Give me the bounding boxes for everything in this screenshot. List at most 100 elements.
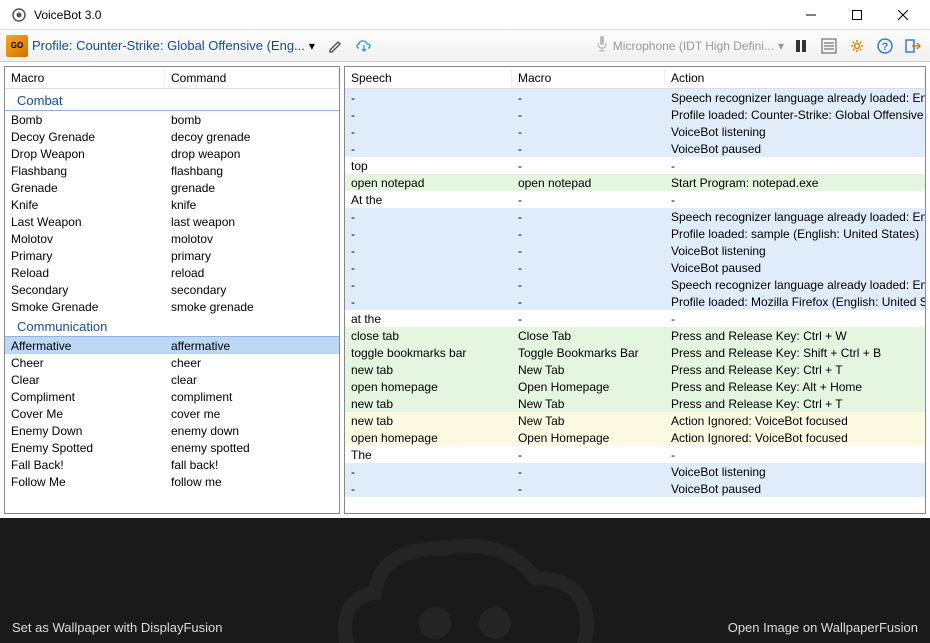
log-macro: - [512, 261, 665, 275]
log-action: Press and Release Key: Alt + Home [665, 380, 925, 394]
column-action[interactable]: Action [665, 69, 925, 87]
log-action: Press and Release Key: Ctrl + T [665, 363, 925, 377]
log-speech: toggle bookmarks bar [345, 346, 512, 360]
log-row[interactable]: --VoiceBot paused [345, 480, 925, 497]
log-row[interactable]: new tabNew TabAction Ignored: VoiceBot f… [345, 412, 925, 429]
log-action: - [665, 193, 925, 207]
exit-icon[interactable] [902, 35, 924, 57]
macro-name: Cheer [5, 356, 165, 370]
macro-row[interactable]: Grenadegrenade [5, 179, 339, 196]
group-header[interactable]: Combat [5, 91, 339, 111]
pause-icon[interactable] [790, 35, 812, 57]
log-row[interactable]: At the-- [345, 191, 925, 208]
macros-header: Macro Command [5, 67, 339, 89]
macro-row[interactable]: Primaryprimary [5, 247, 339, 264]
column-speech[interactable]: Speech [345, 69, 512, 87]
column-macro[interactable]: Macro [512, 69, 665, 87]
log-macro: New Tab [512, 414, 665, 428]
log-row[interactable]: new tabNew TabPress and Release Key: Ctr… [345, 361, 925, 378]
macro-command: secondary [165, 283, 339, 297]
settings-gear-icon[interactable] [846, 35, 868, 57]
maximize-button[interactable] [834, 0, 880, 30]
macro-row[interactable]: Molotovmolotov [5, 230, 339, 247]
log-panel: Speech Macro Action --Speech recognizer … [344, 66, 926, 514]
macro-command: smoke grenade [165, 300, 339, 314]
log-row[interactable]: --Speech recognizer language already loa… [345, 276, 925, 293]
log-row[interactable]: --Profile loaded: sample (English: Unite… [345, 225, 925, 242]
macro-row[interactable]: Fall Back!fall back! [5, 456, 339, 473]
list-icon[interactable] [818, 35, 840, 57]
column-macro[interactable]: Macro [5, 69, 165, 87]
macro-row[interactable]: Secondarysecondary [5, 281, 339, 298]
macro-row[interactable]: Last Weaponlast weapon [5, 213, 339, 230]
profile-selector[interactable]: GO Profile: Counter-Strike: Global Offen… [6, 35, 319, 57]
log-row[interactable]: --Speech recognizer language already loa… [345, 208, 925, 225]
macro-row[interactable]: Complimentcompliment [5, 388, 339, 405]
log-action: VoiceBot listening [665, 244, 925, 258]
log-action: - [665, 312, 925, 326]
macro-row[interactable]: Knifeknife [5, 196, 339, 213]
svg-text:?: ? [882, 41, 889, 53]
footer-right-link[interactable]: Open Image on WallpaperFusion [728, 620, 918, 635]
log-row[interactable]: --VoiceBot paused [345, 259, 925, 276]
macro-row[interactable]: Bombbomb [5, 111, 339, 128]
log-row[interactable]: open homepageOpen HomepagePress and Rele… [345, 378, 925, 395]
log-macro: - [512, 159, 665, 173]
macro-name: Follow Me [5, 475, 165, 489]
cloud-download-icon[interactable] [353, 35, 375, 57]
log-row[interactable]: --Profile loaded: Counter-Strike: Global… [345, 106, 925, 123]
log-macro: Close Tab [512, 329, 665, 343]
microphone-icon [595, 35, 609, 56]
footer-left-link[interactable]: Set as Wallpaper with DisplayFusion [12, 620, 223, 635]
macro-command: cheer [165, 356, 339, 370]
log-row[interactable]: open notepadopen notepadStart Program: n… [345, 174, 925, 191]
macro-row[interactable]: Reloadreload [5, 264, 339, 281]
log-list[interactable]: --Speech recognizer language already loa… [345, 89, 925, 513]
macro-row[interactable]: Enemy Downenemy down [5, 422, 339, 439]
macro-row[interactable]: Enemy Spottedenemy spotted [5, 439, 339, 456]
minimize-button[interactable] [788, 0, 834, 30]
log-action: Profile loaded: Counter-Strike: Global O… [665, 108, 925, 122]
log-speech: - [345, 125, 512, 139]
macro-command: decoy grenade [165, 130, 339, 144]
macro-row[interactable]: Smoke Grenadesmoke grenade [5, 298, 339, 315]
macro-row[interactable]: Follow Mefollow me [5, 473, 339, 490]
log-speech: The [345, 448, 512, 462]
log-macro: Toggle Bookmarks Bar [512, 346, 665, 360]
log-row[interactable]: --VoiceBot listening [345, 123, 925, 140]
log-row[interactable]: top-- [345, 157, 925, 174]
macro-name: Bomb [5, 113, 165, 127]
column-command[interactable]: Command [165, 69, 339, 87]
macro-row[interactable]: Clearclear [5, 371, 339, 388]
macro-name: Primary [5, 249, 165, 263]
macro-row[interactable]: Affermativeaffermative [5, 337, 339, 354]
log-row[interactable]: --VoiceBot paused [345, 140, 925, 157]
edit-icon[interactable] [325, 35, 347, 57]
macro-name: Enemy Down [5, 424, 165, 438]
macro-row[interactable]: Decoy Grenadedecoy grenade [5, 128, 339, 145]
log-row[interactable]: new tabNew TabPress and Release Key: Ctr… [345, 395, 925, 412]
log-row[interactable]: open homepageOpen HomepageAction Ignored… [345, 429, 925, 446]
log-row[interactable]: --Speech recognizer language already loa… [345, 89, 925, 106]
log-action: - [665, 159, 925, 173]
log-row[interactable]: The-- [345, 446, 925, 463]
log-macro: Open Homepage [512, 431, 665, 445]
macro-command: compliment [165, 390, 339, 404]
close-button[interactable] [880, 0, 926, 30]
log-row[interactable]: close tabClose TabPress and Release Key:… [345, 327, 925, 344]
macros-list[interactable]: CombatBombbombDecoy Grenadedecoy grenade… [5, 89, 339, 513]
footer-bar: Set as Wallpaper with DisplayFusion Open… [0, 518, 930, 643]
log-row[interactable]: --VoiceBot listening [345, 463, 925, 480]
log-row[interactable]: --VoiceBot listening [345, 242, 925, 259]
macro-row[interactable]: Drop Weapondrop weapon [5, 145, 339, 162]
log-row[interactable]: toggle bookmarks barToggle Bookmarks Bar… [345, 344, 925, 361]
macro-row[interactable]: Cover Mecover me [5, 405, 339, 422]
log-row[interactable]: --Profile loaded: Mozilla Firefox (Engli… [345, 293, 925, 310]
group-header[interactable]: Communication [5, 317, 339, 337]
macro-command: primary [165, 249, 339, 263]
help-icon[interactable]: ? [874, 35, 896, 57]
log-row[interactable]: at the-- [345, 310, 925, 327]
microphone-selector[interactable]: Microphone (IDT High Defini... ▾ [595, 35, 784, 56]
macro-row[interactable]: Cheercheer [5, 354, 339, 371]
macro-row[interactable]: Flashbangflashbang [5, 162, 339, 179]
